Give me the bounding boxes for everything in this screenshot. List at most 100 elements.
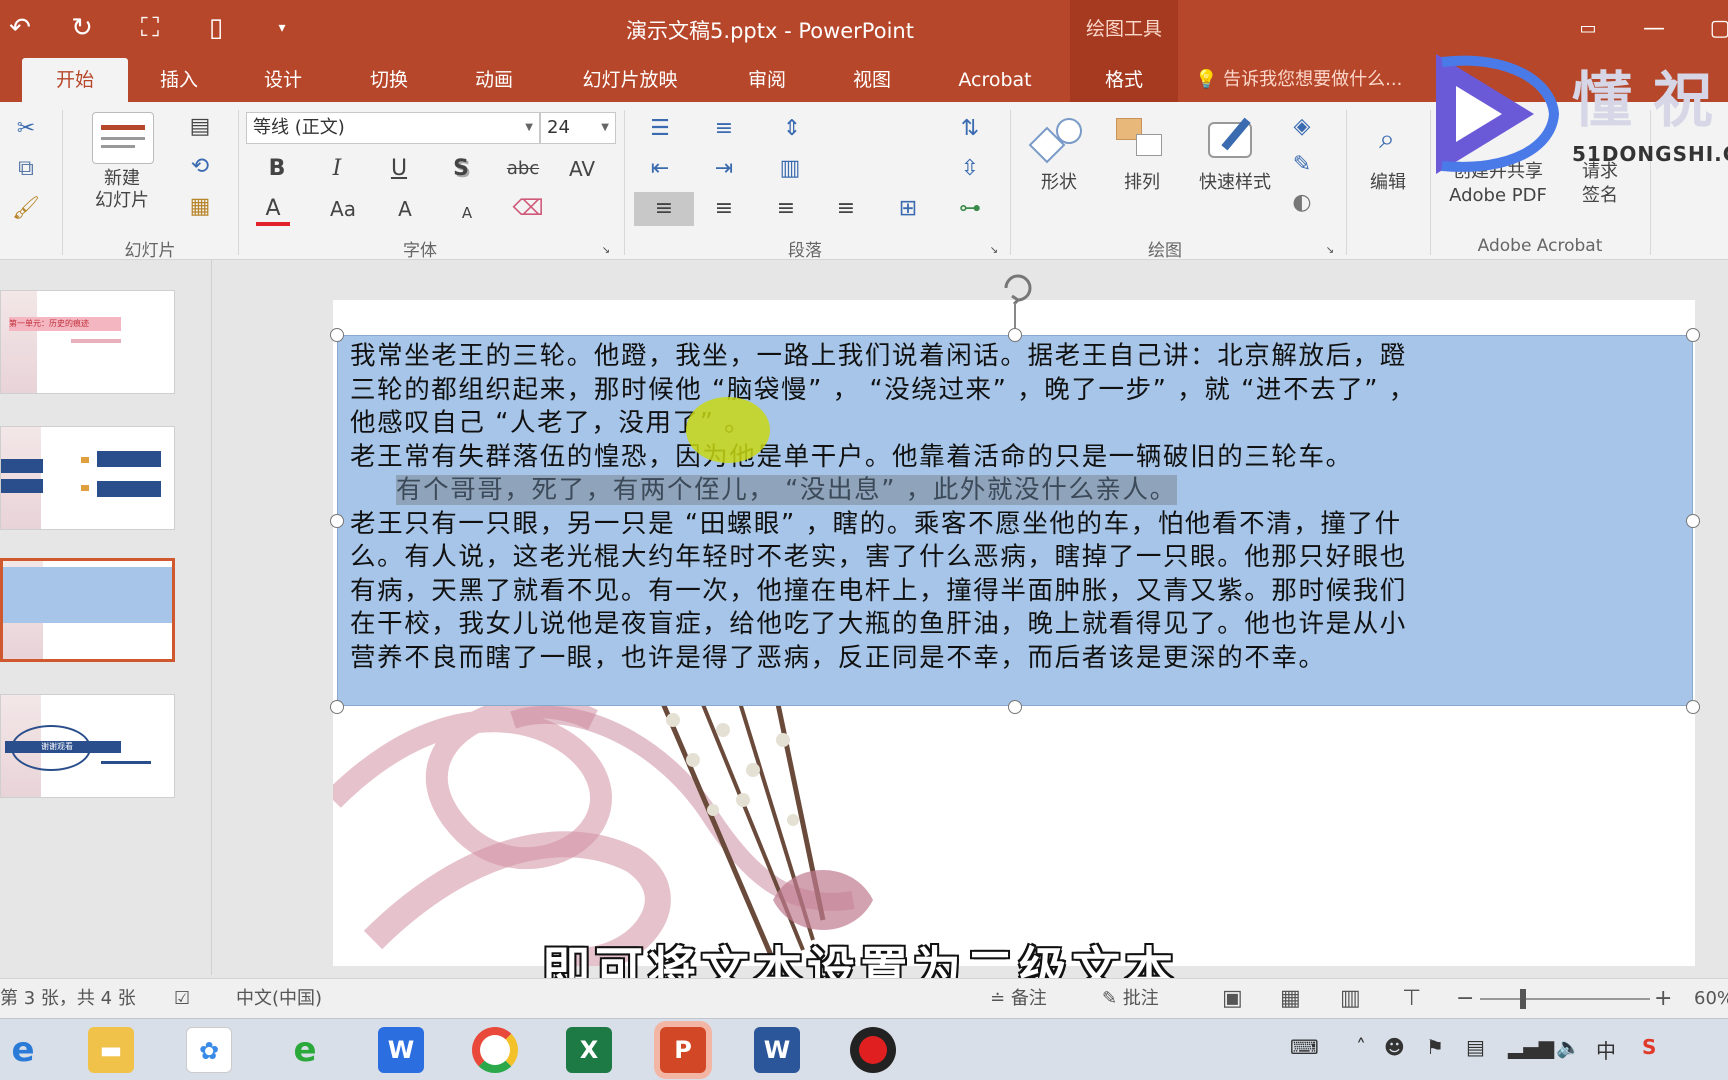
new-slide-button[interactable]: 新建 幻灯片 xyxy=(74,168,170,212)
font-name-input[interactable]: 等线 (正文) ▼ xyxy=(246,112,540,144)
resize-handle-bottom-left[interactable] xyxy=(330,700,344,714)
text-line[interactable]: 三轮的都组织起来，那时候他 “脑袋慢” ， “没绕过来” ，晚了一步” ，就 “… xyxy=(350,374,1680,408)
text-line[interactable]: 么。有人说，这老光棍大约年轻时不老实，害了什么恶病，瞎掉了一只眼。他那只好眼也 xyxy=(350,541,1680,575)
tab-view[interactable]: 视图 xyxy=(833,58,911,102)
cut-icon[interactable]: ✂ xyxy=(8,112,44,146)
tab-review[interactable]: 审阅 xyxy=(728,58,806,102)
columns-icon[interactable]: ▥ xyxy=(770,152,810,186)
align-text-icon[interactable]: ⇳ xyxy=(950,152,990,186)
spellcheck-icon[interactable]: ☑ xyxy=(174,979,190,1019)
quick-styles-icon[interactable] xyxy=(1204,116,1260,164)
rotate-handle-icon[interactable] xyxy=(998,268,1038,308)
customize-qat-icon[interactable]: ▾ xyxy=(262,8,302,48)
volume-icon[interactable]: 🔈 xyxy=(1556,1035,1581,1059)
shape-fill-icon[interactable]: ◈ xyxy=(1282,110,1322,144)
copy-icon[interactable]: ⧉ xyxy=(8,152,44,186)
zoom-slider-thumb[interactable] xyxy=(1520,989,1526,1009)
normal-view-icon[interactable]: ▣ xyxy=(1222,979,1243,1019)
ie-browser-icon[interactable]: e xyxy=(0,1027,46,1073)
shape-outline-icon[interactable]: ✎ xyxy=(1282,148,1322,182)
text-direction-icon[interactable]: ⇅ xyxy=(950,112,990,146)
powerpoint-icon[interactable]: P xyxy=(660,1027,706,1073)
excel-icon[interactable]: X xyxy=(566,1027,612,1073)
input-method-icon[interactable]: 中 xyxy=(1596,1035,1616,1064)
slide-thumbnail-1[interactable]: 第一单元：历史的痕迹 xyxy=(0,290,175,394)
distributed-icon[interactable]: ⊞ xyxy=(888,192,928,226)
italic-button[interactable]: I xyxy=(322,152,352,186)
cloud-app-icon[interactable]: ✿ xyxy=(186,1027,232,1073)
reading-view-icon[interactable]: ▥ xyxy=(1340,979,1361,1019)
text-line[interactable]: 他感叹自己 “人老了，没用了” 。 xyxy=(350,407,1680,441)
tab-slideshow[interactable]: 幻灯片放映 xyxy=(565,58,695,102)
chevron-down-icon[interactable]: ▼ xyxy=(601,113,609,143)
shapes-button[interactable]: 形状 xyxy=(1020,172,1098,194)
change-case-button[interactable]: Aa xyxy=(322,192,364,226)
text-line[interactable]: 有病，天黑了就看不见。有一次，他撞在电杆上，撞得半面肿胀，又青又紫。那时候我们 xyxy=(350,575,1680,609)
selected-text[interactable]: 有个哥哥，死了，有两个侄儿， “没出息” ，此外就没什么亲人。 xyxy=(396,475,1177,505)
slide-sorter-icon[interactable]: ▦ xyxy=(1280,979,1301,1019)
arrange-button[interactable]: 排列 xyxy=(1104,172,1180,194)
comments-button[interactable]: ✎ 批注 xyxy=(1102,979,1159,1019)
resize-handle-top-left[interactable] xyxy=(330,328,344,342)
tell-me-box[interactable]: 💡 告诉我您想要做什么... xyxy=(1195,58,1402,102)
strikethrough-button[interactable]: abc xyxy=(500,152,546,186)
resize-handle-left[interactable] xyxy=(330,514,344,528)
minimize-button[interactable]: — xyxy=(1632,12,1676,46)
tab-transitions[interactable]: 切换 xyxy=(350,58,428,102)
language-indicator[interactable]: 中文(中国) xyxy=(236,979,322,1019)
bold-button[interactable]: B xyxy=(262,152,292,186)
text-line[interactable]: 营养不良而瞎了一眼，也许是得了恶病，反正同是不幸，而后者该是更深的不幸。 xyxy=(350,642,1680,676)
slide-thumbnail-4[interactable]: 谢谢观看 xyxy=(0,694,175,798)
second-level-text-line[interactable]: 有个哥哥，死了，有两个侄儿， “没出息” ，此外就没什么亲人。 xyxy=(350,474,1680,508)
chrome-icon[interactable] xyxy=(472,1027,518,1073)
grow-font-button[interactable]: A xyxy=(392,192,418,226)
zoom-in-button[interactable]: + xyxy=(1654,979,1672,1019)
layout-icon[interactable]: ▤ xyxy=(178,110,222,144)
bullets-icon[interactable]: ☰ xyxy=(640,112,680,146)
find-icon[interactable]: ⌕ xyxy=(1362,122,1412,156)
align-center-icon[interactable]: ≡ xyxy=(704,192,744,226)
resize-handle-bottom-right[interactable] xyxy=(1686,700,1700,714)
green-browser-icon[interactable]: e xyxy=(282,1027,328,1073)
resize-handle-right[interactable] xyxy=(1686,514,1700,528)
clear-formatting-icon[interactable]: ⌫ xyxy=(510,192,546,226)
line-spacing-icon[interactable]: ⇕ xyxy=(772,112,812,146)
tab-format[interactable]: 格式 xyxy=(1070,58,1178,102)
decrease-indent-icon[interactable]: ⇤ xyxy=(640,152,680,186)
arrange-icon[interactable] xyxy=(1114,116,1170,162)
resize-handle-top[interactable] xyxy=(1008,328,1022,342)
ribbon-display-options-icon[interactable]: ▭ xyxy=(1566,12,1610,46)
numbering-icon[interactable]: ≡ xyxy=(704,112,744,146)
slideshow-view-icon[interactable]: ⊤ xyxy=(1402,979,1421,1019)
underline-button[interactable]: U xyxy=(384,152,414,186)
text-line[interactable]: 老王只有一只眼，另一只是 “田螺眼” ，瞎的。乘客不愿坐他的车，怕他看不清，撞了… xyxy=(350,508,1680,542)
text-shadow-button[interactable]: S xyxy=(446,152,476,186)
qq-icon[interactable]: ☻ xyxy=(1384,1035,1405,1059)
dialog-launcher-icon[interactable]: ↘ xyxy=(1322,244,1338,258)
shrink-font-button[interactable]: A xyxy=(456,196,478,230)
tab-animations[interactable]: 动画 xyxy=(455,58,533,102)
font-size-input[interactable]: 24 ▼ xyxy=(540,112,616,144)
selected-text-box[interactable]: 我常坐老王的三轮。他蹬，我坐，一路上我们说着闲话。据老王自己讲：北京解放后，蹬 … xyxy=(337,335,1693,706)
dialog-launcher-icon[interactable]: ↘ xyxy=(598,244,614,258)
slide-thumbnail-3[interactable] xyxy=(0,558,175,662)
file-explorer-icon[interactable]: ▬ xyxy=(88,1027,134,1073)
editing-button[interactable]: 编辑 xyxy=(1350,172,1426,194)
format-painter-icon[interactable]: 🖌 xyxy=(8,192,44,226)
character-spacing-button[interactable]: AV xyxy=(562,152,602,186)
device-icon[interactable]: ▤ xyxy=(1466,1035,1485,1059)
undo-icon[interactable]: ↶ xyxy=(0,8,40,48)
zoom-out-button[interactable]: − xyxy=(1456,979,1474,1019)
shape-effects-icon[interactable]: ◐ xyxy=(1282,186,1322,220)
new-file-icon[interactable]: ▯ xyxy=(196,8,236,48)
resize-handle-top-right[interactable] xyxy=(1686,328,1700,342)
chevron-down-icon[interactable]: ▼ xyxy=(525,113,533,143)
increase-indent-icon[interactable]: ⇥ xyxy=(704,152,744,186)
tab-acrobat[interactable]: Acrobat xyxy=(944,58,1046,102)
align-left-icon[interactable]: ≡ xyxy=(634,192,694,226)
notes-button[interactable]: ≐ 备注 xyxy=(990,979,1047,1019)
slide-thumbnail-2[interactable] xyxy=(0,426,175,530)
wps-icon[interactable]: W xyxy=(378,1027,424,1073)
maximize-button[interactable]: ▢ xyxy=(1698,12,1728,46)
flag-icon[interactable]: ⚑ xyxy=(1426,1035,1444,1059)
